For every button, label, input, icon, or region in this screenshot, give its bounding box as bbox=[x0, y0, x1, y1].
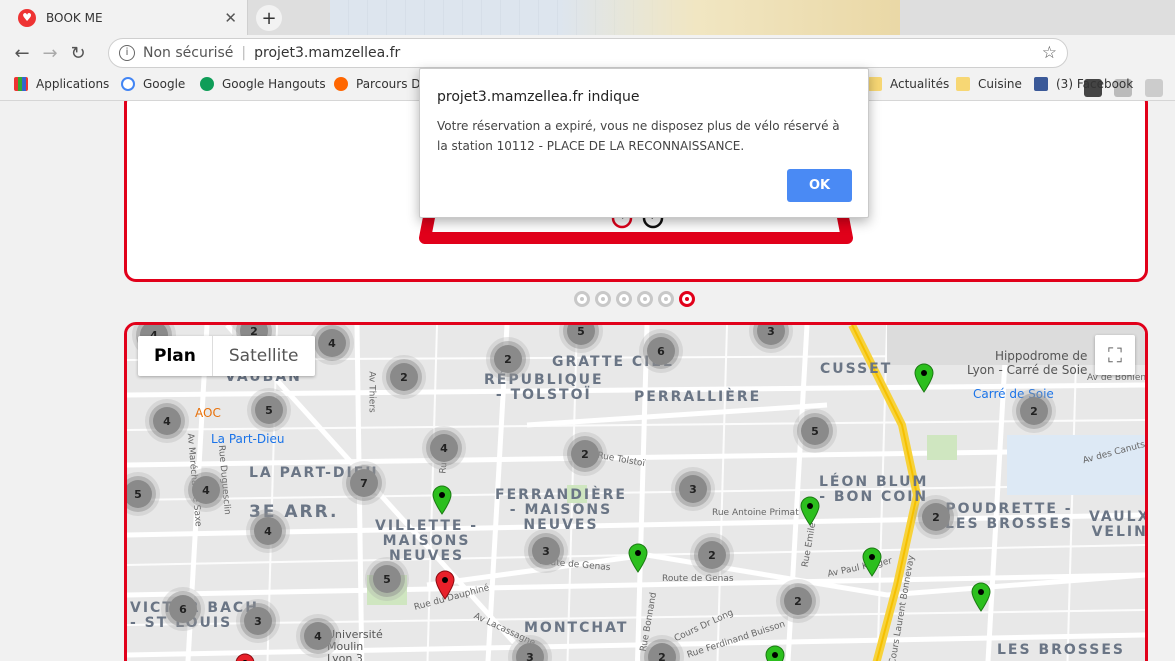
tab-title: BOOK ME bbox=[46, 10, 103, 25]
area-label: RÉPUBLIQUE - TOLSTOÏ bbox=[484, 372, 604, 403]
bookmark-parcours[interactable]: Parcours Dé bbox=[334, 77, 428, 91]
poi-label: La Part-Dieu bbox=[211, 432, 285, 446]
street-label: Rue Antoine Primat bbox=[712, 508, 799, 518]
station-cluster[interactable]: 4 bbox=[304, 622, 332, 650]
station-available-pin[interactable] bbox=[432, 485, 452, 515]
station-available-pin[interactable] bbox=[862, 547, 882, 577]
bookmark-google[interactable]: Google bbox=[121, 77, 185, 91]
parcours-icon bbox=[334, 77, 348, 91]
new-tab-button[interactable]: + bbox=[256, 5, 282, 31]
station-cluster[interactable]: 4 bbox=[153, 407, 181, 435]
station-cluster[interactable]: 6 bbox=[169, 595, 197, 623]
street-label: Route de Genas bbox=[662, 574, 734, 584]
fullscreen-icon[interactable]: ⛶ bbox=[1095, 335, 1135, 375]
map-type-plan[interactable]: Plan bbox=[138, 336, 213, 376]
dialog-message: Votre réservation a expiré, vous ne disp… bbox=[437, 119, 840, 153]
station-cluster[interactable]: 2 bbox=[1020, 397, 1048, 425]
slide-dot[interactable] bbox=[574, 291, 590, 307]
bookmark-star-icon[interactable]: ☆ bbox=[1042, 43, 1057, 63]
station-cluster[interactable]: 2 bbox=[698, 541, 726, 569]
station-cluster[interactable]: 3 bbox=[679, 475, 707, 503]
url-text: projet3.mamzellea.fr bbox=[254, 45, 401, 61]
map-type-satellite[interactable]: Satellite bbox=[213, 336, 315, 376]
google-icon bbox=[121, 77, 135, 91]
bookmark-hangouts[interactable]: Google Hangouts bbox=[200, 77, 326, 91]
bookmark-facebook[interactable]: (3) Facebook bbox=[1034, 77, 1133, 91]
poi-label: Hippodrome de Lyon - Carré de Soie bbox=[967, 349, 1088, 377]
station-cluster[interactable]: 2 bbox=[784, 587, 812, 615]
folder-icon bbox=[868, 77, 882, 91]
station-cluster[interactable]: 3 bbox=[532, 537, 560, 565]
slide-dot[interactable] bbox=[595, 291, 611, 307]
heart-icon: ♥ bbox=[18, 8, 36, 27]
station-cluster[interactable]: 4 bbox=[254, 517, 282, 545]
station-empty-pin[interactable] bbox=[435, 570, 455, 600]
dialog-title: projet3.mamzellea.fr indique bbox=[437, 89, 640, 105]
station-cluster[interactable]: 5 bbox=[255, 396, 283, 424]
station-available-pin[interactable] bbox=[800, 496, 820, 526]
area-label: POUDRETTE - LES BROSSES bbox=[945, 501, 1073, 532]
close-tab-icon[interactable]: ✕ bbox=[224, 9, 237, 27]
security-label: Non sécurisé bbox=[143, 45, 234, 61]
poi-label: Université Moulin Lyon 3 bbox=[327, 628, 383, 661]
station-available-pin[interactable] bbox=[914, 363, 934, 393]
area-label: CUSSET bbox=[820, 361, 893, 377]
area-label: VILLETTE - MAISONS NEUVES bbox=[375, 518, 479, 564]
area-label: PERRALLIÈRE bbox=[634, 389, 762, 405]
area-label: LES BROSSES bbox=[997, 642, 1125, 658]
toolbar: ← → ↻ i Non sécurisé | projet3.mamzellea… bbox=[0, 35, 1175, 97]
slide-dot[interactable] bbox=[616, 291, 632, 307]
area-label: MONTCHAT bbox=[524, 620, 629, 636]
station-cluster[interactable]: 4 bbox=[192, 476, 220, 504]
ok-button[interactable]: OK bbox=[787, 169, 852, 202]
station-available-pin[interactable] bbox=[971, 582, 991, 612]
map-type-control: Plan Satellite bbox=[138, 336, 315, 376]
address-bar[interactable]: i Non sécurisé | projet3.mamzellea.fr ☆ bbox=[108, 38, 1068, 68]
station-cluster[interactable]: 4 bbox=[318, 329, 346, 357]
station-cluster[interactable]: 5 bbox=[373, 565, 401, 593]
map[interactable]: Plan Satellite ⛶ GRATTE CIEL RÉPUBLIQUE … bbox=[124, 322, 1148, 661]
station-empty-pin[interactable] bbox=[235, 653, 255, 661]
station-cluster[interactable]: 7 bbox=[350, 469, 378, 497]
forward-button[interactable]: → bbox=[36, 39, 64, 67]
tab-strip: ♥ BOOK ME ✕ + bbox=[0, 0, 1175, 35]
bookmark-actualites[interactable]: Actualités bbox=[868, 77, 949, 91]
station-cluster[interactable]: 6 bbox=[647, 337, 675, 365]
station-cluster[interactable]: 2 bbox=[571, 440, 599, 468]
area-label: LÉON BLUM - BON COIN bbox=[819, 474, 929, 505]
station-available-pin[interactable] bbox=[765, 645, 785, 661]
apps-icon bbox=[14, 77, 28, 91]
station-cluster[interactable]: 2 bbox=[922, 503, 950, 531]
station-cluster[interactable]: 3 bbox=[244, 607, 272, 635]
bookmark-applications[interactable]: Applications bbox=[14, 77, 109, 91]
station-available-pin[interactable] bbox=[628, 543, 648, 573]
station-cluster[interactable]: 4 bbox=[430, 434, 458, 462]
reload-button[interactable]: ↻ bbox=[64, 39, 92, 67]
station-cluster[interactable]: 2 bbox=[494, 345, 522, 373]
hangouts-icon bbox=[200, 77, 214, 91]
bookmark-cuisine[interactable]: Cuisine bbox=[956, 77, 1022, 91]
station-cluster[interactable]: 5 bbox=[801, 417, 829, 445]
area-label: VAULX VELIN bbox=[1089, 509, 1148, 540]
info-icon[interactable]: i bbox=[119, 45, 135, 61]
slide-dot-active[interactable] bbox=[679, 291, 695, 307]
slide-dot[interactable] bbox=[658, 291, 674, 307]
station-cluster[interactable]: 2 bbox=[390, 363, 418, 391]
area-label: FERRANDIÈRE - MAISONS NEUVES bbox=[495, 487, 627, 533]
poi-label: AOC bbox=[195, 406, 221, 420]
street-label: Av Thiers bbox=[366, 371, 377, 413]
slideshow-dots bbox=[574, 291, 695, 307]
facebook-icon bbox=[1034, 77, 1048, 91]
back-button[interactable]: ← bbox=[8, 39, 36, 67]
folder-icon bbox=[956, 77, 970, 91]
station-cluster[interactable]: 5 bbox=[127, 480, 152, 508]
alert-dialog: projet3.mamzellea.fr indique Votre réser… bbox=[419, 68, 869, 218]
slide-dot[interactable] bbox=[637, 291, 653, 307]
browser-tab[interactable]: ♥ BOOK ME ✕ bbox=[0, 0, 248, 35]
